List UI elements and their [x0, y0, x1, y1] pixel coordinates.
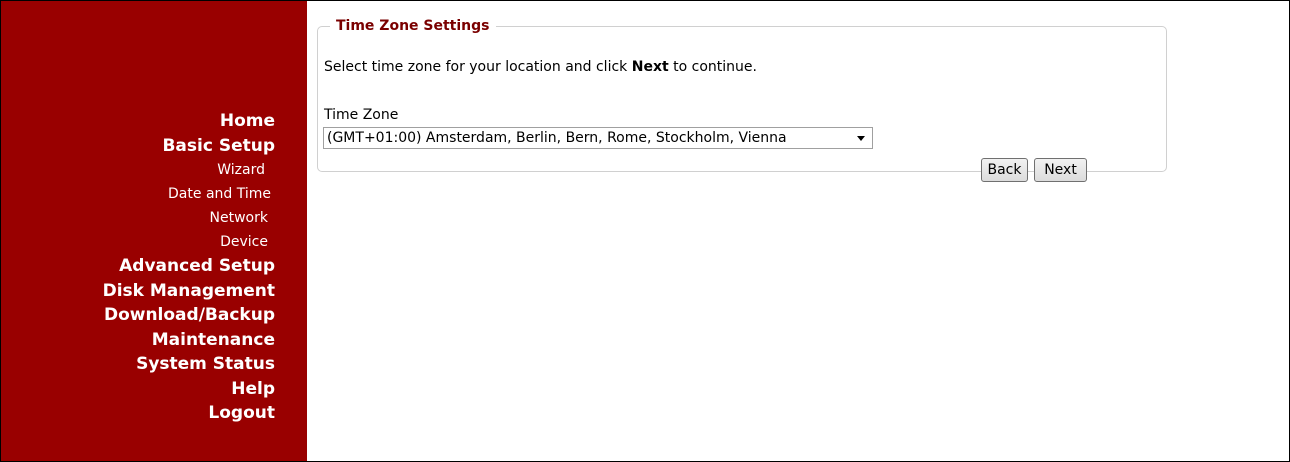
sidebar-item-help[interactable]: Help — [103, 377, 275, 402]
panel-legend: Time Zone Settings — [336, 18, 490, 34]
sidebar-item-advanced-setup[interactable]: Advanced Setup — [103, 254, 275, 279]
timezone-select[interactable]: (GMT+01:00) Amsterdam, Berlin, Bern, Rom… — [323, 127, 873, 149]
sidebar-item-download-backup[interactable]: Download/Backup — [103, 303, 275, 328]
dropdown-arrow-icon — [857, 136, 865, 141]
page-frame: Home Basic Setup Wizard Date and Time Ne… — [0, 0, 1290, 462]
sidebar-subitem-wizard[interactable]: Wizard — [103, 158, 275, 182]
sidebar-nav: Home Basic Setup Wizard Date and Time Ne… — [103, 109, 275, 426]
sidebar-item-maintenance[interactable]: Maintenance — [103, 328, 275, 353]
sidebar-item-basic-setup[interactable]: Basic Setup — [103, 134, 275, 159]
instruction-prefix: Select time zone for your location and c… — [324, 59, 632, 75]
timezone-label: Time Zone — [324, 107, 399, 123]
sidebar-item-disk-management[interactable]: Disk Management — [103, 279, 275, 304]
next-button[interactable]: Next — [1034, 158, 1087, 182]
back-button[interactable]: Back — [981, 158, 1028, 182]
sidebar-item-system-status[interactable]: System Status — [103, 352, 275, 377]
sidebar-item-logout[interactable]: Logout — [103, 401, 275, 426]
sidebar-subitem-device[interactable]: Device — [103, 230, 275, 254]
instruction-suffix: to continue. — [668, 59, 757, 75]
timezone-selected-value: (GMT+01:00) Amsterdam, Berlin, Bern, Rom… — [327, 130, 787, 146]
sidebar-item-home[interactable]: Home — [103, 109, 275, 134]
sidebar-subitem-network[interactable]: Network — [103, 206, 275, 230]
sidebar: Home Basic Setup Wizard Date and Time Ne… — [1, 1, 307, 461]
instruction-text: Select time zone for your location and c… — [324, 59, 757, 75]
time-zone-settings-panel: Time Zone Settings Select time zone for … — [317, 18, 1167, 182]
sidebar-subitem-date-and-time[interactable]: Date and Time — [103, 182, 275, 206]
instruction-next-word: Next — [631, 59, 669, 75]
